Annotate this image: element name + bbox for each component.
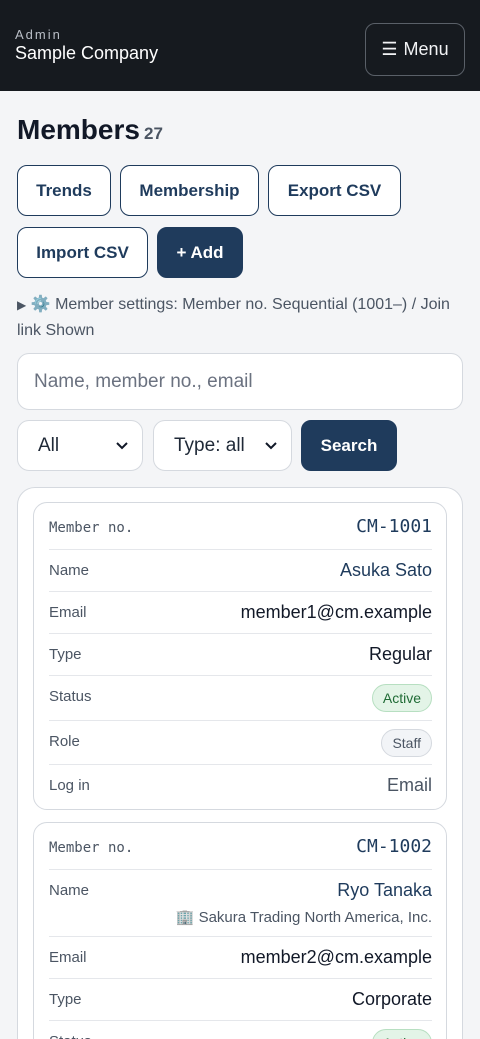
menu-button[interactable]: ☰ Menu bbox=[365, 23, 465, 76]
member-no-label: Member no. bbox=[49, 520, 134, 536]
building-icon: 🏢 bbox=[175, 909, 195, 926]
member-settings-text: Member settings: Member no. Sequential (… bbox=[17, 296, 450, 339]
email-label: Email bbox=[49, 949, 87, 966]
email-row: Email member2@cm.example bbox=[49, 937, 432, 979]
name-label: Name bbox=[49, 882, 90, 899]
type-row: Type Regular bbox=[49, 634, 432, 676]
role-row: Role Staff bbox=[49, 721, 432, 765]
company-name-text: Sakura Trading North America, Inc. bbox=[198, 909, 432, 926]
status-row: Status Active bbox=[49, 1021, 432, 1039]
member-type-value: Corporate bbox=[351, 989, 432, 1009]
name-row: Name Ryo Tanaka 🏢 Sakura Trading North A… bbox=[49, 870, 432, 937]
member-no-label: Member no. bbox=[49, 840, 134, 856]
search-input[interactable]: Name, member no., email bbox=[17, 353, 463, 410]
status-row: Status Active bbox=[49, 676, 432, 721]
chevron-down-icon bbox=[265, 439, 277, 453]
membership-button[interactable]: Membership bbox=[120, 165, 259, 216]
member-no-row: Member no. CM-1002 bbox=[49, 823, 432, 870]
member-card[interactable]: Member no. CM-1001 Name Asuka Sato Email… bbox=[33, 502, 447, 810]
status-label: Status bbox=[49, 688, 92, 705]
name-label: Name bbox=[49, 562, 90, 579]
user-role-label: Admin bbox=[15, 27, 62, 42]
status-badge: Active bbox=[371, 1029, 432, 1039]
member-settings-toggle[interactable]: ▶ ⚙️ Member settings: Member no. Sequent… bbox=[17, 292, 463, 343]
member-no-value[interactable]: CM-1001 bbox=[356, 516, 432, 537]
member-name-link[interactable]: Asuka Sato bbox=[340, 560, 432, 581]
type-filter-select[interactable]: Type: all bbox=[153, 420, 292, 471]
email-label: Email bbox=[49, 604, 87, 621]
export-csv-button[interactable]: Export CSV bbox=[268, 165, 401, 216]
search-button[interactable]: Search bbox=[301, 420, 397, 471]
login-method-value: Email bbox=[386, 775, 432, 795]
import-csv-button[interactable]: Import CSV bbox=[17, 227, 148, 278]
type-label: Type bbox=[49, 991, 82, 1008]
type-filter-value: Type: all bbox=[174, 434, 245, 456]
email-row: Email member1@cm.example bbox=[49, 592, 432, 634]
member-card[interactable]: Member no. CM-1002 Name Ryo Tanaka 🏢 Sak… bbox=[33, 822, 447, 1039]
type-label: Type bbox=[49, 646, 82, 663]
add-member-button[interactable]: + Add bbox=[157, 227, 243, 278]
member-name-link[interactable]: Ryo Tanaka bbox=[337, 880, 432, 901]
page-title: Members bbox=[17, 114, 140, 145]
member-no-row: Member no. CM-1001 bbox=[49, 503, 432, 550]
trends-button[interactable]: Trends bbox=[17, 165, 111, 216]
role-badge: Staff bbox=[381, 729, 432, 757]
member-type-value: Regular bbox=[368, 644, 432, 664]
member-email-value: member1@cm.example bbox=[240, 602, 432, 622]
gear-icon: ⚙️ bbox=[30, 296, 51, 313]
role-label: Role bbox=[49, 733, 80, 750]
status-badge: Active bbox=[371, 684, 432, 712]
top-bar: Admin Sample Company ☰ Menu bbox=[0, 0, 480, 91]
status-label: Status bbox=[49, 1033, 92, 1039]
login-row: Log in Email bbox=[49, 765, 432, 809]
login-label: Log in bbox=[49, 777, 90, 794]
disclosure-arrow-icon: ▶ bbox=[17, 298, 27, 312]
company-name: Sample Company bbox=[15, 43, 159, 63]
company-affiliation: 🏢 Sakura Trading North America, Inc. bbox=[176, 908, 432, 926]
chevron-down-icon bbox=[116, 439, 128, 453]
member-count: 27 bbox=[144, 124, 163, 143]
status-filter-value: All bbox=[38, 434, 60, 456]
search-input-placeholder: Name, member no., email bbox=[34, 370, 253, 392]
type-row: Type Corporate bbox=[49, 979, 432, 1021]
name-row: Name Asuka Sato bbox=[49, 550, 432, 592]
menu-button-label: Menu bbox=[403, 39, 449, 59]
hamburger-icon: ☰ bbox=[381, 39, 398, 59]
member-no-value[interactable]: CM-1002 bbox=[356, 836, 432, 857]
member-email-value: member2@cm.example bbox=[240, 947, 432, 967]
status-filter-select[interactable]: All bbox=[17, 420, 143, 471]
